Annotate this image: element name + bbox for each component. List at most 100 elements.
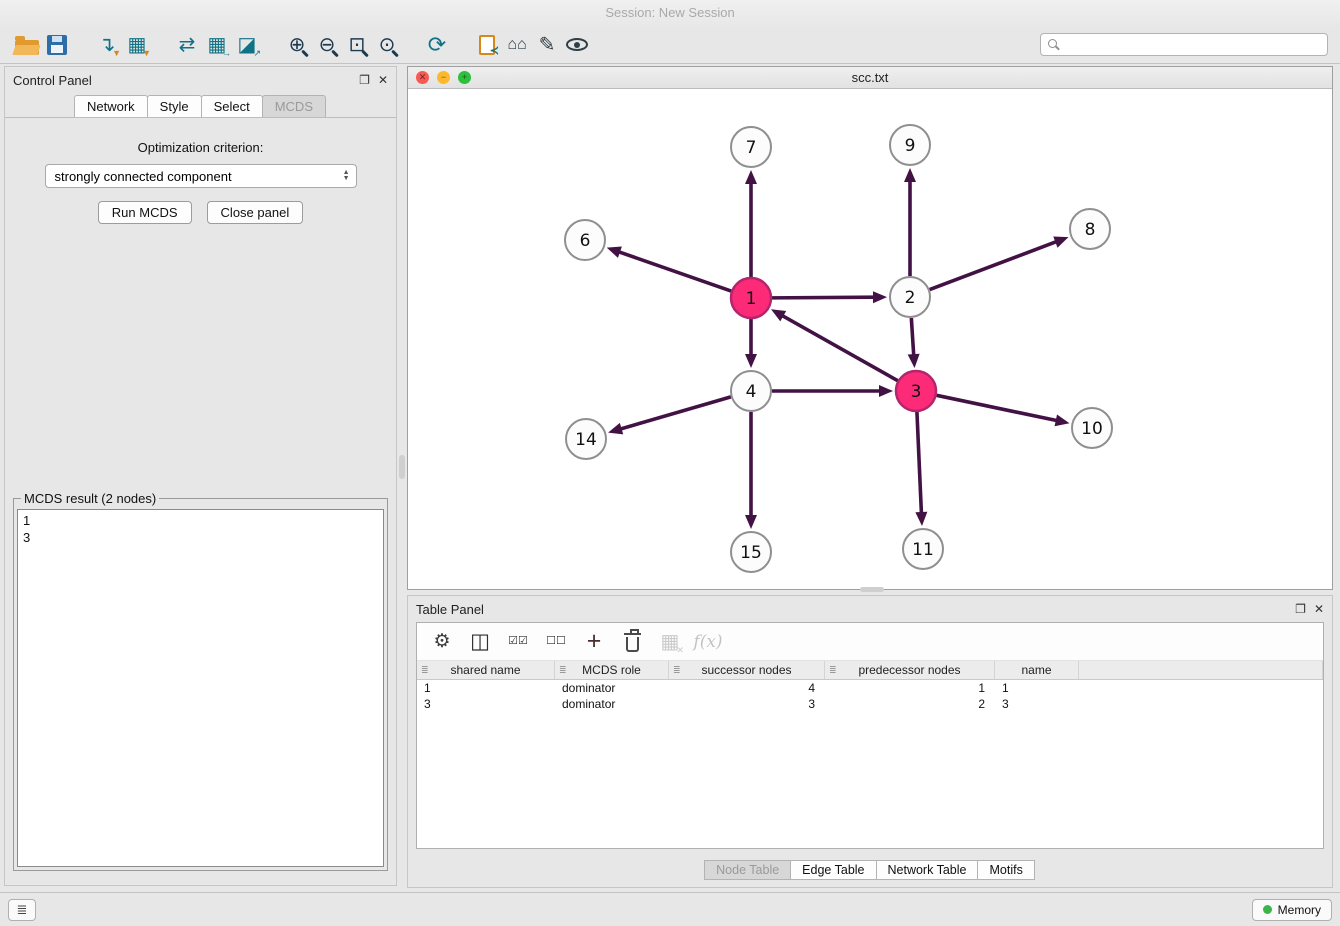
arrowhead-1-6 xyxy=(607,247,622,258)
column-header-label: successor nodes xyxy=(701,663,791,677)
main-toolbar: ↴▼▦▼ ⇄▦→◪↗ ⊕⊖⊡⊙ ⟳ ⌂⌂✎ xyxy=(0,26,1340,64)
vertical-divider-grip[interactable] xyxy=(399,455,405,479)
close-table-panel-icon[interactable]: ✕ xyxy=(1314,603,1324,615)
table-row[interactable]: 3dominator323 xyxy=(417,696,1323,712)
style-brush-icon[interactable]: ✎ xyxy=(532,31,562,59)
column-header-shared-name[interactable]: ≣shared name xyxy=(417,661,555,679)
create-column-icon[interactable]: + xyxy=(579,628,609,656)
memory-label: Memory xyxy=(1278,903,1321,917)
cell-MCDS-role[interactable]: dominator xyxy=(555,680,669,696)
table-panel: Table Panel ❐ ✕ ⚙◫☑☑☐☐+▦✕f(x) ≣shared na… xyxy=(407,595,1333,888)
cell-name[interactable]: 1 xyxy=(995,680,1079,696)
close-panel-button[interactable]: Close panel xyxy=(207,201,304,224)
arrowhead-2-9 xyxy=(904,168,916,182)
edge-1-6[interactable] xyxy=(618,252,731,292)
network-share-icon[interactable]: ⇄ xyxy=(172,31,202,59)
delete-column-icon[interactable] xyxy=(617,628,647,656)
node-label-2: 2 xyxy=(905,288,916,308)
memory-button[interactable]: Memory xyxy=(1252,899,1332,921)
column-header-name[interactable]: name xyxy=(995,661,1079,679)
tab-network-table[interactable]: Network Table xyxy=(876,860,979,880)
control-panel: Control Panel ❐ ✕ NetworkStyleSelectMCDS… xyxy=(4,66,397,886)
node-label-14: 14 xyxy=(575,430,597,450)
float-table-panel-icon[interactable]: ❐ xyxy=(1295,603,1306,615)
window-title: Session: New Session xyxy=(0,0,1340,26)
network-window-title: scc.txt xyxy=(408,70,1332,85)
arrowhead-4-3 xyxy=(879,385,893,397)
copy-document-icon[interactable] xyxy=(472,31,502,59)
control-panel-title: Control Panel xyxy=(13,73,92,88)
zoom-selected-icon[interactable]: ⊙ xyxy=(372,31,402,59)
import-network-icon[interactable]: ↴▼ xyxy=(92,31,122,59)
import-table-icon[interactable]: ▦▼ xyxy=(122,31,152,59)
arrowhead-4-14 xyxy=(608,423,623,435)
arrowhead-1-2 xyxy=(873,291,887,303)
network-view-window: ✕−+ scc.txt 7968124314101511 xyxy=(407,66,1333,590)
horizontal-divider-grip[interactable] xyxy=(860,587,884,592)
unselect-all-columns-icon[interactable]: ☐☐ xyxy=(541,628,571,656)
zoom-out-icon[interactable]: ⊖ xyxy=(312,31,342,59)
column-header-predecessor-nodes[interactable]: ≣predecessor nodes xyxy=(825,661,995,679)
cell-predecessor-nodes[interactable]: 2 xyxy=(825,696,995,712)
run-mcds-button[interactable]: Run MCDS xyxy=(98,201,192,224)
cell-successor-nodes[interactable]: 4 xyxy=(669,680,825,696)
cell-shared-name[interactable]: 3 xyxy=(417,696,555,712)
save-icon[interactable] xyxy=(42,31,72,59)
tab-network[interactable]: Network xyxy=(74,95,148,117)
tab-motifs[interactable]: Motifs xyxy=(977,860,1034,880)
column-panel-icon[interactable]: ◫ xyxy=(465,628,495,656)
edge-3-10[interactable] xyxy=(937,395,1058,420)
column-header-filler xyxy=(1079,661,1323,679)
first-neighbors-icon[interactable]: ⌂⌂ xyxy=(502,31,532,59)
refresh-layout-icon[interactable]: ⟳ xyxy=(422,31,452,59)
mcds-result-text[interactable]: 1 3 xyxy=(17,509,384,867)
tab-node-table[interactable]: Node Table xyxy=(704,860,791,880)
tab-select[interactable]: Select xyxy=(201,95,263,117)
dropdown-stepper-icon: ▲▼ xyxy=(343,170,350,182)
cell-successor-nodes[interactable]: 3 xyxy=(669,696,825,712)
edge-4-14[interactable] xyxy=(620,397,731,429)
toolbar-icon-group: ↴▼▦▼ ⇄▦→◪↗ ⊕⊖⊡⊙ ⟳ ⌂⌂✎ xyxy=(12,31,592,59)
search-input[interactable] xyxy=(1040,33,1328,56)
zoom-in-icon[interactable]: ⊕ xyxy=(282,31,312,59)
optimization-criterion-label: Optimization criterion: xyxy=(5,140,396,155)
close-panel-icon[interactable]: ✕ xyxy=(378,74,388,86)
control-panel-tabs: NetworkStyleSelectMCDS xyxy=(5,95,396,118)
criterion-dropdown[interactable]: strongly connected component ▲▼ xyxy=(45,164,357,188)
gear-icon[interactable]: ⚙ xyxy=(427,628,457,656)
node-label-8: 8 xyxy=(1085,220,1096,240)
column-header-MCDS-role[interactable]: ≣MCDS role xyxy=(555,661,669,679)
search-icon xyxy=(1048,39,1057,48)
show-hide-icon[interactable] xyxy=(562,31,592,59)
cell-MCDS-role[interactable]: dominator xyxy=(555,696,669,712)
zoom-fit-icon[interactable]: ⊡ xyxy=(342,31,372,59)
open-folder-icon[interactable] xyxy=(12,31,42,59)
criterion-dropdown-value: strongly connected component xyxy=(55,169,343,184)
edge-1-2[interactable] xyxy=(772,297,875,298)
edge-2-8[interactable] xyxy=(930,241,1058,289)
tab-mcds[interactable]: MCDS xyxy=(262,95,326,117)
edge-3-1[interactable] xyxy=(781,315,897,381)
select-all-columns-icon[interactable]: ☑☑ xyxy=(503,628,533,656)
tab-edge-table[interactable]: Edge Table xyxy=(790,860,876,880)
column-header-label: MCDS role xyxy=(582,663,641,677)
cell-name[interactable]: 3 xyxy=(995,696,1079,712)
edge-3-11[interactable] xyxy=(917,412,922,514)
float-panel-icon[interactable]: ❐ xyxy=(359,74,370,86)
column-header-label: predecessor nodes xyxy=(858,663,960,677)
column-header-successor-nodes[interactable]: ≣successor nodes xyxy=(669,661,825,679)
network-table-icon[interactable]: ▦→ xyxy=(202,31,232,59)
table-row[interactable]: 1dominator411 xyxy=(417,680,1323,696)
mcds-result-fieldset: MCDS result (2 nodes) 1 3 xyxy=(13,491,388,871)
network-window-titlebar[interactable]: ✕−+ scc.txt xyxy=(408,67,1332,89)
search-box xyxy=(1040,33,1328,56)
network-graph-canvas[interactable]: 7968124314101511 xyxy=(408,89,1332,589)
node-label-10: 10 xyxy=(1081,419,1103,439)
hide-panels-button[interactable]: ≣ xyxy=(8,899,36,921)
tab-style[interactable]: Style xyxy=(147,95,202,117)
node-label-6: 6 xyxy=(580,231,591,251)
cell-predecessor-nodes[interactable]: 1 xyxy=(825,680,995,696)
edge-2-3[interactable] xyxy=(911,318,913,356)
cell-shared-name[interactable]: 1 xyxy=(417,680,555,696)
export-image-icon[interactable]: ◪↗ xyxy=(232,31,262,59)
